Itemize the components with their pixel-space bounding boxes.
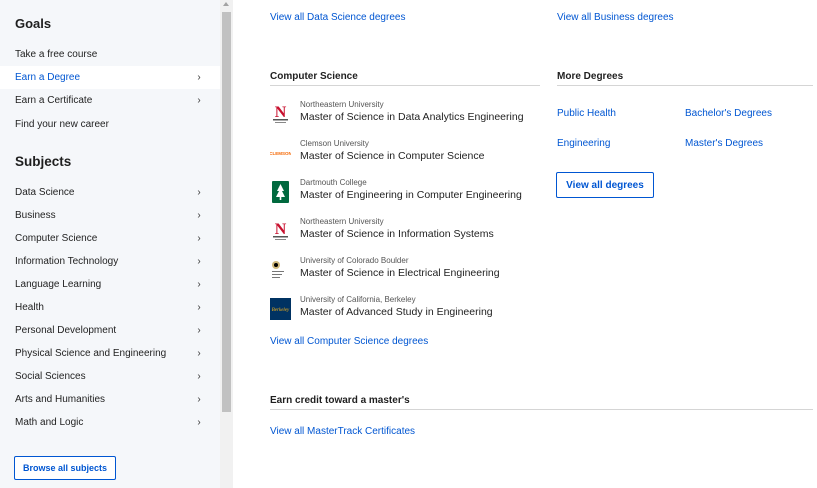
view-all-computer-science-link[interactable]: View all Computer Science degrees — [270, 336, 428, 347]
degree-item[interactable]: University of Colorado Boulder Master of… — [270, 256, 530, 288]
degree-item[interactable]: N Northeastern University Master of Scie… — [270, 217, 530, 249]
degree-item[interactable]: Dartmouth College Master of Engineering … — [270, 178, 530, 210]
sidebar-item-label: Health — [15, 302, 44, 313]
view-all-degrees-button[interactable]: View all degrees — [556, 172, 654, 198]
scroll-up-arrow-icon[interactable] — [223, 2, 229, 6]
engineering-link[interactable]: Engineering — [557, 138, 610, 149]
divider — [270, 409, 813, 410]
chevron-right-icon: › — [197, 417, 201, 428]
chevron-right-icon: › — [197, 72, 201, 83]
chevron-right-icon: › — [197, 325, 201, 336]
sidebar-item-label: Data Science — [15, 187, 75, 198]
sidebar-item-label: Social Sciences — [15, 371, 86, 382]
svg-text:CLEMSON: CLEMSON — [270, 151, 291, 156]
chevron-right-icon: › — [197, 95, 201, 106]
divider — [270, 85, 540, 86]
university-name: Northeastern University — [300, 100, 384, 109]
university-name: Dartmouth College — [300, 178, 367, 187]
program-name: Master of Engineering in Computer Engine… — [300, 189, 522, 201]
sidebar-item-label: Physical Science and Engineering — [15, 348, 167, 359]
sidebar: Goals Take a free course Earn a Degree ›… — [0, 0, 220, 488]
view-all-mastertrack-link[interactable]: View all MasterTrack Certificates — [270, 426, 415, 437]
northeastern-logo-icon: N — [270, 220, 291, 242]
sidebar-item-label: Computer Science — [15, 233, 98, 244]
university-name: University of Colorado Boulder — [300, 256, 409, 265]
northeastern-logo-icon: N — [270, 103, 291, 125]
sidebar-item-personal-development[interactable]: Personal Development › — [0, 319, 220, 342]
goals-heading: Goals — [15, 16, 52, 31]
dartmouth-logo-icon — [270, 181, 291, 203]
sidebar-item-label: Information Technology — [15, 256, 119, 267]
sidebar-item-label: Earn a Degree — [15, 72, 81, 83]
university-name: Clemson University — [300, 139, 369, 148]
sidebar-item-language-learning[interactable]: Language Learning › — [0, 273, 220, 296]
sidebar-item-label: Arts and Humanities — [15, 394, 106, 405]
sidebar-item-health[interactable]: Health › — [0, 296, 220, 319]
sidebar-item-physical-science[interactable]: Physical Science and Engineering › — [0, 342, 220, 365]
degree-item[interactable]: N Northeastern University Master of Scie… — [270, 100, 530, 132]
more-degrees-heading: More Degrees — [557, 71, 624, 82]
masters-degrees-link[interactable]: Master's Degrees — [685, 138, 763, 149]
chevron-right-icon: › — [197, 233, 201, 244]
view-all-data-science-link[interactable]: View all Data Science degrees — [270, 12, 405, 23]
sidebar-item-label: Business — [15, 210, 56, 221]
chevron-right-icon: › — [197, 187, 201, 198]
bachelors-degrees-link[interactable]: Bachelor's Degrees — [685, 108, 772, 119]
sidebar-item-computer-science[interactable]: Computer Science › — [0, 227, 220, 250]
berkeley-logo-icon: Berkeley — [270, 298, 291, 320]
chevron-right-icon: › — [197, 348, 201, 359]
degree-item[interactable]: Berkeley University of California, Berke… — [270, 295, 530, 327]
sidebar-item-math-logic[interactable]: Math and Logic › — [0, 411, 220, 434]
sidebar-item-business[interactable]: Business › — [0, 204, 220, 227]
sidebar-item-data-science[interactable]: Data Science › — [0, 181, 220, 204]
program-name: Master of Advanced Study in Engineering — [300, 306, 493, 318]
sidebar-scrollbar[interactable] — [220, 0, 233, 488]
chevron-right-icon: › — [197, 394, 201, 405]
program-name: Master of Science in Data Analytics Engi… — [300, 111, 524, 123]
svg-text:N: N — [275, 221, 287, 238]
public-health-link[interactable]: Public Health — [557, 108, 616, 119]
sidebar-item-information-technology[interactable]: Information Technology › — [0, 250, 220, 273]
clemson-logo-icon: CLEMSON — [270, 142, 291, 164]
chevron-right-icon: › — [197, 279, 201, 290]
svg-text:N: N — [275, 104, 287, 121]
chevron-right-icon: › — [197, 210, 201, 221]
degree-item[interactable]: CLEMSON Clemson University Master of Sci… — [270, 139, 530, 171]
sidebar-item-label: Take a free course — [15, 49, 98, 60]
divider — [557, 85, 813, 86]
sidebar-item-social-sciences[interactable]: Social Sciences › — [0, 365, 220, 388]
cu-boulder-logo-icon — [270, 259, 291, 281]
view-all-business-link[interactable]: View all Business degrees — [557, 12, 674, 23]
sidebar-item-earn-degree[interactable]: Earn a Degree › — [0, 66, 220, 89]
sidebar-item-label: Earn a Certificate — [15, 95, 93, 106]
sidebar-item-earn-certificate[interactable]: Earn a Certificate › — [0, 89, 220, 112]
subjects-heading: Subjects — [15, 154, 72, 169]
sidebar-item-label: Language Learning — [15, 279, 102, 290]
chevron-right-icon: › — [197, 302, 201, 313]
browse-all-subjects-button[interactable]: Browse all subjects — [14, 456, 116, 480]
sidebar-item-label: Personal Development — [15, 325, 117, 336]
svg-text:Berkeley: Berkeley — [272, 308, 290, 313]
sidebar-item-arts-humanities[interactable]: Arts and Humanities › — [0, 388, 220, 411]
university-name: University of California, Berkeley — [300, 295, 416, 304]
sidebar-item-free-course[interactable]: Take a free course — [0, 43, 220, 66]
sidebar-item-new-career[interactable]: Find your new career — [0, 113, 220, 136]
chevron-right-icon: › — [197, 371, 201, 382]
program-name: Master of Science in Information Systems — [300, 228, 494, 240]
program-name: Master of Science in Computer Science — [300, 150, 485, 162]
scrollbar-thumb[interactable] — [222, 12, 231, 412]
university-name: Northeastern University — [300, 217, 384, 226]
mastertrack-heading: Earn credit toward a master's — [270, 395, 410, 406]
sidebar-item-label: Find your new career — [15, 119, 109, 130]
program-name: Master of Science in Electrical Engineer… — [300, 267, 500, 279]
chevron-right-icon: › — [197, 256, 201, 267]
sidebar-item-label: Math and Logic — [15, 417, 84, 428]
computer-science-heading: Computer Science — [270, 71, 358, 82]
